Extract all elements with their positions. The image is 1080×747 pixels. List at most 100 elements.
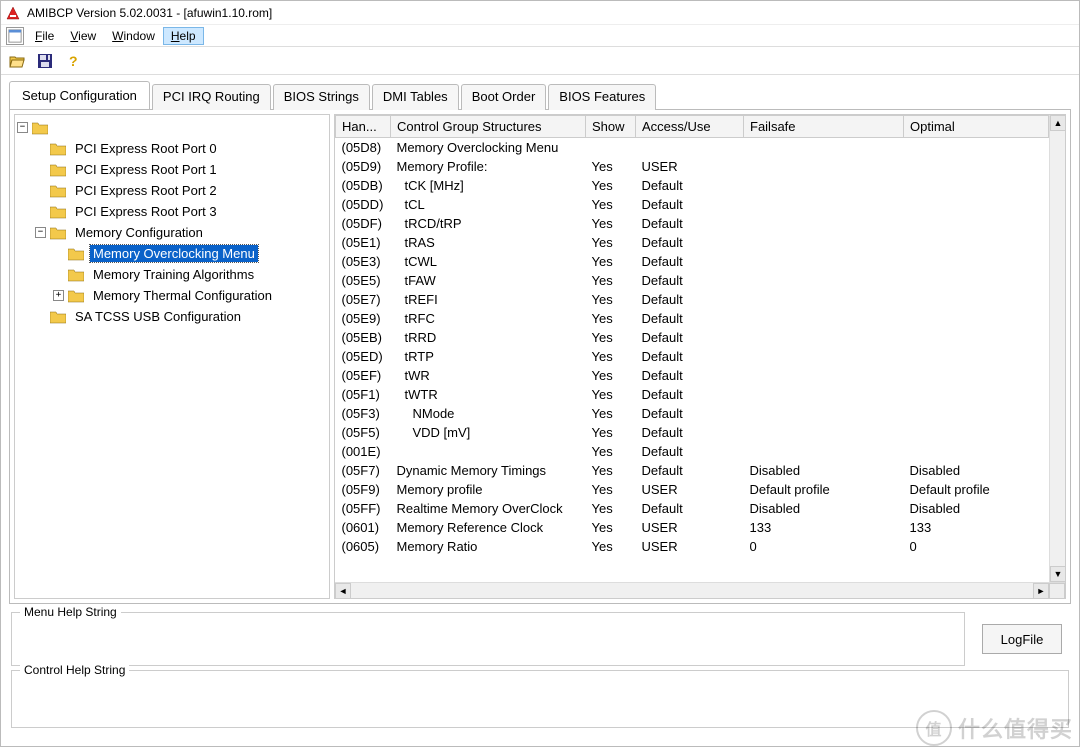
table-row[interactable]: (05D8) Memory Overclocking Menu	[336, 138, 1049, 157]
table-row[interactable]: (05E5) tFAW Yes Default	[336, 271, 1049, 290]
table-row[interactable]: (0605) Memory Ratio Yes USER 0 0	[336, 537, 1049, 556]
mdi-child-icon[interactable]	[6, 27, 24, 45]
cell-access: Default	[636, 233, 744, 252]
table-row[interactable]: (05E1) tRAS Yes Default	[336, 233, 1049, 252]
cell-access: Default	[636, 328, 744, 347]
tab-setup-configuration[interactable]: Setup Configuration	[9, 81, 150, 109]
scroll-up-icon[interactable]: ▲	[1050, 115, 1065, 131]
col-control-group[interactable]: Control Group Structures	[391, 116, 586, 138]
tab-label: BIOS Strings	[284, 89, 359, 104]
tree-label: PCI Express Root Port 2	[72, 182, 220, 199]
horizontal-scrollbar[interactable]: ◄ ►	[335, 582, 1065, 598]
table-row[interactable]: (05F7) Dynamic Memory Timings Yes Defaul…	[336, 461, 1049, 480]
menu-file[interactable]: File	[27, 27, 62, 45]
tree-item[interactable]: SA TCSS USB Configuration	[35, 306, 329, 327]
save-button[interactable]	[35, 51, 55, 71]
table-row[interactable]: (05F9) Memory profile Yes USER Default p…	[336, 480, 1049, 499]
cell-access: Default	[636, 309, 744, 328]
table-row[interactable]: (05DB) tCK [MHz] Yes Default	[336, 176, 1049, 195]
table-row[interactable]: (05E9) tRFC Yes Default	[336, 309, 1049, 328]
expander-icon[interactable]: +	[53, 290, 64, 301]
cell-optimal	[904, 195, 1049, 214]
tree-item[interactable]: PCI Express Root Port 1	[35, 159, 329, 180]
scrollbar-corner	[1049, 583, 1065, 599]
cell-show: Yes	[586, 271, 636, 290]
cell-failsafe	[744, 366, 904, 385]
menu-window-label: indow	[124, 29, 155, 43]
scroll-down-icon[interactable]: ▼	[1050, 566, 1065, 582]
cell-failsafe	[744, 195, 904, 214]
table-row[interactable]: (0601) Memory Reference Clock Yes USER 1…	[336, 518, 1049, 537]
cell-handle: (05DD)	[336, 195, 391, 214]
expander-icon[interactable]: −	[17, 122, 28, 133]
table-row[interactable]: (05ED) tRTP Yes Default	[336, 347, 1049, 366]
expander-icon[interactable]: −	[35, 227, 46, 238]
tree-label: PCI Express Root Port 1	[72, 161, 220, 178]
folder-icon	[68, 268, 84, 282]
vertical-scrollbar[interactable]: ▲ ▼	[1049, 115, 1065, 582]
table-row[interactable]: (05EF) tWR Yes Default	[336, 366, 1049, 385]
col-handle[interactable]: Han...	[336, 116, 391, 138]
cell-cgs: tFAW	[391, 271, 586, 290]
open-file-button[interactable]	[7, 51, 27, 71]
toolbar: ?	[1, 47, 1079, 75]
tab-boot-order[interactable]: Boot Order	[461, 84, 547, 110]
table-row[interactable]: (05F5) VDD [mV] Yes Default	[336, 423, 1049, 442]
table-row[interactable]: (05F1) tWTR Yes Default	[336, 385, 1049, 404]
tree-item[interactable]: PCI Express Root Port 2	[35, 180, 329, 201]
cell-show: Yes	[586, 290, 636, 309]
cell-optimal	[904, 423, 1049, 442]
tab-bios-features[interactable]: BIOS Features	[548, 84, 656, 110]
col-failsafe[interactable]: Failsafe	[744, 116, 904, 138]
col-access[interactable]: Access/Use	[636, 116, 744, 138]
tree-item[interactable]: PCI Express Root Port 0	[35, 138, 329, 159]
cell-optimal	[904, 233, 1049, 252]
table-row[interactable]: (001E) Yes Default	[336, 442, 1049, 461]
cell-access: Default	[636, 366, 744, 385]
table-row[interactable]: (05DF) tRCD/tRP Yes Default	[336, 214, 1049, 233]
table-row[interactable]: (05E7) tREFI Yes Default	[336, 290, 1049, 309]
tree-label: Memory Overclocking Menu	[90, 245, 258, 262]
tab-pci-irq-routing[interactable]: PCI IRQ Routing	[152, 84, 271, 110]
table-row[interactable]: (05FF) Realtime Memory OverClock Yes Def…	[336, 499, 1049, 518]
table-row[interactable]: (05DD) tCL Yes Default	[336, 195, 1049, 214]
cell-optimal: 0	[904, 537, 1049, 556]
help-button[interactable]: ?	[63, 51, 83, 71]
menu-help-legend: Menu Help String	[20, 605, 121, 619]
table-row[interactable]: (05E3) tCWL Yes Default	[336, 252, 1049, 271]
cell-handle: (05D9)	[336, 157, 391, 176]
tree-root[interactable]: −	[17, 117, 329, 138]
cell-handle: (05F1)	[336, 385, 391, 404]
table-row[interactable]: (05EB) tRRD Yes Default	[336, 328, 1049, 347]
scroll-right-icon[interactable]: ►	[1033, 583, 1049, 599]
tab-label: BIOS Features	[559, 89, 645, 104]
tree-item[interactable]: Memory Overclocking Menu	[53, 243, 329, 264]
tab-label: Boot Order	[472, 89, 536, 104]
tab-bios-strings[interactable]: BIOS Strings	[273, 84, 370, 110]
cell-access: Default	[636, 385, 744, 404]
menu-window[interactable]: Window	[104, 27, 163, 45]
tree-view[interactable]: − PCI Express Root Port 0 PCI Express Roo…	[14, 114, 330, 599]
menu-help[interactable]: Help	[163, 27, 204, 45]
table-row[interactable]: (05F3) NMode Yes Default	[336, 404, 1049, 423]
tree-item[interactable]: −Memory Configuration	[35, 222, 329, 243]
cell-handle: (05DB)	[336, 176, 391, 195]
cell-optimal	[904, 271, 1049, 290]
cell-cgs: tCK [MHz]	[391, 176, 586, 195]
table-row[interactable]: (05D9) Memory Profile: Yes USER	[336, 157, 1049, 176]
scroll-left-icon[interactable]: ◄	[335, 583, 351, 599]
tree-item[interactable]: Memory Training Algorithms	[53, 264, 329, 285]
logfile-button[interactable]: LogFile	[982, 624, 1062, 654]
col-optimal[interactable]: Optimal	[904, 116, 1049, 138]
cell-handle: (0605)	[336, 537, 391, 556]
tab-dmi-tables[interactable]: DMI Tables	[372, 84, 459, 110]
title-bar: AMIBCP Version 5.02.0031 - [afuwin1.10.r…	[1, 1, 1079, 25]
cell-optimal	[904, 290, 1049, 309]
col-show[interactable]: Show	[586, 116, 636, 138]
menu-view[interactable]: View	[62, 27, 104, 45]
tree-item[interactable]: + Memory Thermal Configuration	[53, 285, 329, 306]
tab-label: DMI Tables	[383, 89, 448, 104]
tree-label: Memory Thermal Configuration	[90, 287, 275, 304]
tree-item[interactable]: PCI Express Root Port 3	[35, 201, 329, 222]
cell-access: Default	[636, 195, 744, 214]
